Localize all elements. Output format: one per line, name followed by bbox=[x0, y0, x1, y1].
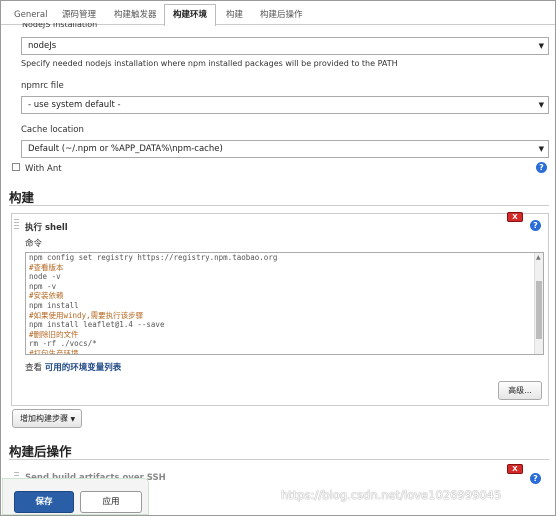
script-command-line: node -v bbox=[29, 272, 61, 282]
script-comment-line: #删除旧的文件 bbox=[29, 329, 79, 339]
script-comment-line: #安装依赖 bbox=[29, 291, 64, 301]
drag-handle-icon[interactable] bbox=[14, 219, 19, 229]
env-vars-line: 查看 可用的环境变量列表 bbox=[25, 361, 121, 373]
tab-build-env[interactable]: 构建环境 bbox=[164, 4, 217, 26]
command-label: 命令 bbox=[25, 239, 43, 249]
script-command-line: rm -rf ./vocs/* bbox=[29, 339, 97, 349]
tab-build[interactable]: 构建 bbox=[217, 4, 252, 25]
add-build-step-label: 增加构建步骤 bbox=[20, 414, 68, 423]
script-comment-line: #打包生产环境 bbox=[29, 348, 79, 355]
npmrc-file-value: - use system default - bbox=[28, 100, 121, 110]
script-comment-line: #如果使用windy,需要执行该步骤 bbox=[29, 310, 144, 320]
nodejs-installation-hint: Specify needed nodejs installation where… bbox=[21, 59, 398, 68]
post-build-section-title: 构建后操作 bbox=[9, 444, 72, 459]
apply-button[interactable]: 应用 bbox=[80, 491, 142, 513]
tab-general[interactable]: General bbox=[5, 4, 57, 25]
env-vars-prefix: 查看 bbox=[25, 363, 45, 373]
npmrc-file-select[interactable]: - use system default - ▼ bbox=[21, 96, 549, 114]
cache-location-select[interactable]: Default (~/.npm or %APP_DATA%\npm-cache)… bbox=[21, 140, 549, 158]
add-build-step-button[interactable]: 增加构建步骤 ▼ bbox=[12, 409, 82, 428]
delete-step-button[interactable]: X bbox=[507, 212, 523, 222]
dropdown-arrow-icon: ▼ bbox=[538, 42, 544, 50]
help-icon[interactable]: ? bbox=[536, 162, 547, 173]
watermark: https://blog.csdn.net/love1026999045 bbox=[281, 488, 502, 502]
shell-script: npm config set registry https://registry… bbox=[29, 253, 278, 355]
with-ant-label: With Ant bbox=[25, 164, 62, 174]
section-divider bbox=[9, 459, 549, 460]
script-command-line: npm -v bbox=[29, 281, 57, 291]
textarea-scrollbar[interactable]: ▲ bbox=[534, 253, 543, 354]
execute-shell-title: 执行 shell bbox=[25, 223, 68, 233]
delete-post-step-button[interactable]: X bbox=[507, 464, 523, 474]
config-tabs: General 源码管理 构建触发器 构建环境 构建 构建后操作 bbox=[1, 1, 555, 26]
with-ant-checkbox[interactable] bbox=[12, 163, 20, 171]
script-command-line: npm install bbox=[29, 300, 79, 310]
help-icon[interactable]: ? bbox=[530, 473, 541, 484]
cache-location-label: Cache location bbox=[21, 125, 84, 135]
script-comment-line: #查看版本 bbox=[29, 262, 64, 272]
advanced-button[interactable]: 高级... bbox=[498, 381, 542, 400]
build-section-title: 构建 bbox=[9, 190, 35, 205]
script-command-line: npm install leaflet@1.4 --save bbox=[29, 320, 165, 330]
scrollbar-thumb[interactable] bbox=[536, 281, 542, 339]
npmrc-file-label: npmrc file bbox=[21, 81, 64, 91]
tab-post-build[interactable]: 构建后操作 bbox=[251, 4, 312, 25]
dropdown-arrow-icon: ▼ bbox=[538, 101, 544, 109]
help-icon[interactable]: ? bbox=[530, 220, 541, 231]
env-vars-link[interactable]: 可用的环境变量列表 bbox=[45, 363, 122, 373]
tab-triggers[interactable]: 构建触发器 bbox=[105, 4, 166, 25]
section-divider bbox=[9, 205, 549, 206]
scroll-up-icon: ▲ bbox=[536, 254, 541, 261]
shell-command-textarea[interactable]: npm config set registry https://registry… bbox=[25, 252, 544, 355]
cache-location-value: Default (~/.npm or %APP_DATA%\npm-cache) bbox=[28, 144, 223, 154]
tab-scm[interactable]: 源码管理 bbox=[53, 4, 105, 25]
nodejs-installation-value: nodeJs bbox=[28, 41, 57, 51]
nodejs-installation-label: NodeJS Installation bbox=[22, 23, 98, 29]
dropdown-arrow-icon: ▼ bbox=[538, 145, 544, 153]
save-button[interactable]: 保存 bbox=[14, 491, 74, 513]
script-command-line: npm config set registry https://registry… bbox=[29, 253, 278, 262]
nodejs-installation-select[interactable]: nodeJs ▼ bbox=[21, 37, 549, 55]
dropdown-caret-icon: ▼ bbox=[70, 416, 76, 423]
